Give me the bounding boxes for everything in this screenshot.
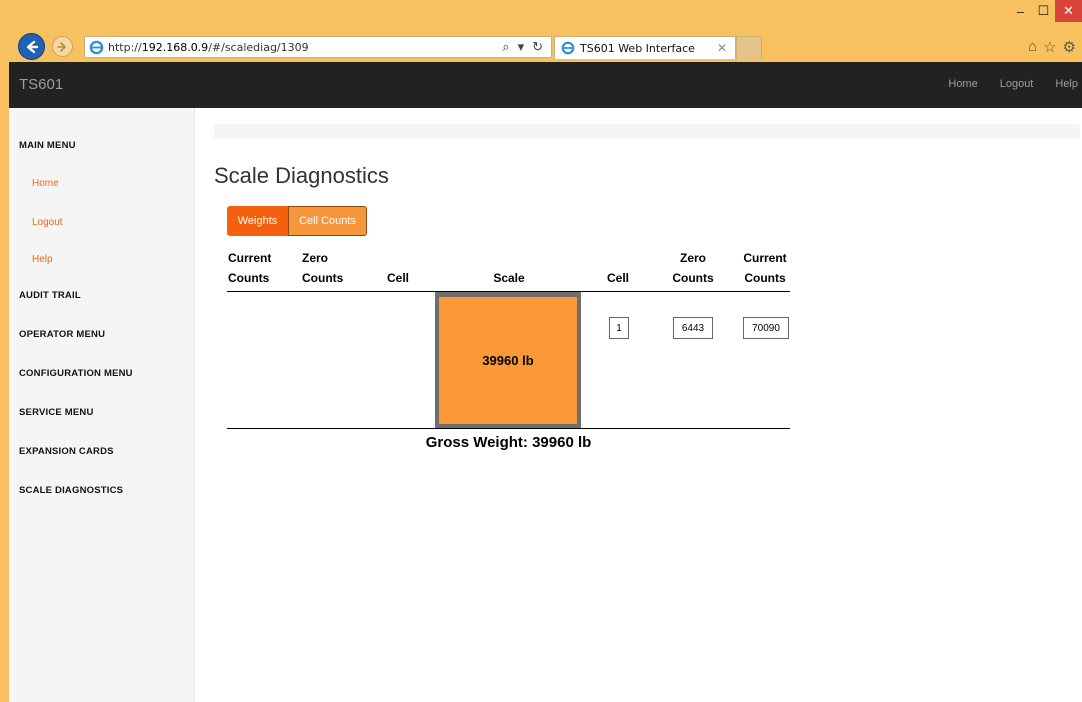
back-button[interactable] [18,33,45,60]
sidebar-item-home[interactable]: Home [32,178,59,189]
sidebar-item-logout[interactable]: Logout [32,217,63,228]
refresh-icon[interactable]: ↻ [532,39,543,55]
gear-icon[interactable]: ⚙ [1063,38,1076,56]
header-current-counts-right: Current Counts [743,251,787,285]
gross-weight-label: Gross Weight: 39960 lb [425,434,592,451]
page-title: Scale Diagnostics [214,163,389,188]
zero-counts-field: 6443 [673,317,713,339]
sidebar-item-service-menu[interactable]: SERVICE MENU [19,407,94,418]
maximize-button[interactable]: ☐ [1032,0,1055,22]
star-icon[interactable]: ☆ [1043,38,1056,56]
forward-button[interactable] [52,36,73,57]
browser-frame-edge [0,62,9,702]
weights-button[interactable]: Weights [227,206,288,236]
sidebar: MAIN MENU Home Logout Help AUDIT TRAIL O… [9,108,195,702]
close-icon[interactable]: ✕ [717,41,727,55]
minimize-button[interactable]: – [1009,0,1032,22]
address-url: http://192.168.0.9/#/scalediag/1309 [108,40,309,54]
sidebar-item-help[interactable]: Help [32,254,53,265]
home-icon[interactable]: ⌂ [1028,38,1037,56]
tab-ts601[interactable]: TS601 Web Interface ✕ [554,36,736,59]
browser-toolbar-icons: ⌂ ☆ ⚙ [1028,38,1076,56]
tab-title: TS601 Web Interface [580,41,695,55]
address-bar[interactable]: http://192.168.0.9/#/scalediag/1309 ⌕ ▾ … [84,36,552,58]
sidebar-item-scale-diagnostics[interactable]: SCALE DIAGNOSTICS [19,485,123,496]
sidebar-item-configuration-menu[interactable]: CONFIGURATION MENU [19,368,133,379]
nav-help-link[interactable]: Help [1055,78,1078,90]
navbar-links: Home Logout Help [948,78,1078,90]
header-cell-right: Cell [607,271,630,285]
new-tab-button[interactable] [736,36,762,59]
header-zero-counts-left: Zero Counts [302,251,344,285]
window-controls: – ☐ ✕ [1009,0,1082,22]
cell-number-field: 1 [609,317,629,339]
cell-counts-button[interactable]: Cell Counts [288,206,367,236]
header-current-counts-left: Current Counts [228,251,272,285]
sidebar-heading-main-menu: MAIN MENU [19,140,76,151]
nav-logout-link[interactable]: Logout [1000,78,1034,90]
ie-logo-icon [561,41,575,55]
scale-weight-box[interactable]: 39960 lb [435,292,581,428]
header-scale: Scale [493,271,525,285]
sidebar-item-expansion-cards[interactable]: EXPANSION CARDS [19,446,114,457]
sidebar-item-operator-menu[interactable]: OPERATOR MENU [19,329,105,340]
sidebar-item-audit-trail[interactable]: AUDIT TRAIL [19,290,81,301]
view-toggle-group: Weights Cell Counts [227,206,367,236]
forward-arrow-icon [56,41,66,52]
dropdown-icon[interactable]: ▾ [518,39,525,55]
header-cell-left: Cell [387,271,410,285]
ie-logo-icon [89,40,104,54]
current-counts-field: 70090 [743,317,789,339]
header-zero-counts-right: Zero Counts [672,251,714,285]
table-bottom-divider [227,428,790,429]
browser-chrome: http://192.168.0.9/#/scalediag/1309 ⌕ ▾ … [0,0,1082,62]
search-icon[interactable]: ⌕ [502,39,509,55]
scale-weight-value: 39960 lb [482,353,534,368]
brand-logo[interactable]: TS601 [19,76,63,93]
back-arrow-icon [26,40,38,53]
breadcrumb [214,124,1080,139]
window-close-button[interactable]: ✕ [1055,0,1082,22]
nav-home-link[interactable]: Home [948,78,977,90]
top-navbar: TS601 Home Logout Help [9,62,1082,108]
